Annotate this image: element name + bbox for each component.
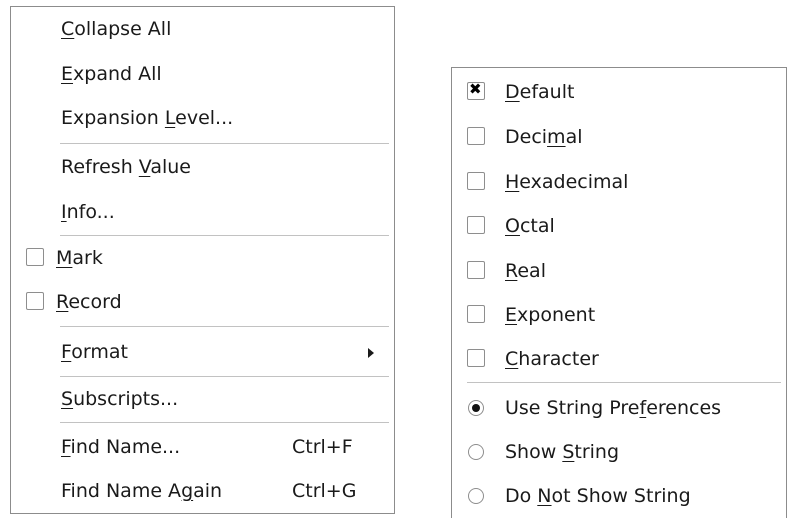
- mark-checkbox[interactable]: [26, 248, 44, 266]
- menu-item-label: Default: [505, 81, 575, 103]
- menu-item-label: Subscripts...: [61, 388, 179, 410]
- menu-item-decimal[interactable]: Decimal: [452, 120, 786, 154]
- menu-item-mark[interactable]: Mark: [11, 241, 394, 275]
- menu-item-label: Hexadecimal: [505, 171, 629, 193]
- format-submenu: Default Decimal Hexadecimal Octal Real E…: [451, 67, 787, 518]
- menu-item-hexadecimal[interactable]: Hexadecimal: [452, 165, 786, 199]
- menu-item-use-string-preferences[interactable]: Use String Preferences: [452, 391, 786, 425]
- menu-item-label: Collapse All: [61, 18, 172, 40]
- hexadecimal-checkbox[interactable]: [467, 172, 485, 190]
- menu-item-find-name[interactable]: Find Name... Ctrl+F: [11, 430, 394, 464]
- menu-item-label: Real: [505, 260, 546, 282]
- menu-item-label: Use String Preferences: [505, 397, 722, 419]
- menu-item-label: Expansion Level...: [61, 107, 234, 129]
- menu-item-label: Find Name...: [61, 436, 181, 458]
- menu-item-info[interactable]: Info...: [11, 195, 394, 229]
- decimal-checkbox[interactable]: [467, 127, 485, 145]
- menu-item-do-not-show-string[interactable]: Do Not Show String: [452, 479, 786, 513]
- menu-item-octal[interactable]: Octal: [452, 209, 786, 243]
- show-string-radio[interactable]: [468, 444, 484, 460]
- menu-item-find-name-again[interactable]: Find Name Again Ctrl+G: [11, 474, 394, 508]
- menu-item-expand-all[interactable]: Expand All: [11, 57, 394, 91]
- menu-item-label: Character: [505, 348, 599, 370]
- menu-separator: [60, 143, 389, 144]
- menu-item-default[interactable]: Default: [452, 75, 786, 109]
- menu-item-show-string[interactable]: Show String: [452, 435, 786, 469]
- menu-separator: [467, 382, 781, 383]
- submenu-arrow-icon: [368, 348, 374, 358]
- character-checkbox[interactable]: [467, 349, 485, 367]
- menu-item-label: Record: [56, 291, 122, 313]
- menu-item-expansion-level[interactable]: Expansion Level...: [11, 101, 394, 135]
- menu-item-label: Mark: [56, 247, 103, 269]
- menu-item-label: Expand All: [61, 63, 162, 85]
- menu-item-label: Exponent: [505, 304, 596, 326]
- menu-item-label: Info...: [61, 201, 115, 223]
- do-not-show-string-radio[interactable]: [468, 488, 484, 504]
- menu-item-collapse-all[interactable]: Collapse All: [11, 12, 394, 46]
- default-checkbox[interactable]: [467, 80, 485, 100]
- octal-checkbox[interactable]: [467, 216, 485, 234]
- menu-item-character[interactable]: Character: [452, 342, 786, 376]
- menu-item-format[interactable]: Format: [11, 335, 394, 369]
- menu-separator: [60, 422, 389, 423]
- menu-item-label: Format: [61, 341, 128, 363]
- context-menu: Collapse All Expand All Expansion Level.…: [10, 6, 395, 514]
- menu-item-label: Refresh Value: [61, 156, 191, 178]
- shortcut-label: Ctrl+G: [292, 480, 357, 502]
- record-checkbox[interactable]: [26, 292, 44, 310]
- menu-item-label: Octal: [505, 215, 555, 237]
- menu-item-label: Find Name Again: [61, 480, 223, 502]
- menu-separator: [60, 326, 389, 327]
- menu-item-exponent[interactable]: Exponent: [452, 298, 786, 332]
- real-checkbox[interactable]: [467, 261, 485, 279]
- menu-item-label: Show String: [505, 441, 620, 463]
- menu-item-label: Decimal: [505, 126, 583, 148]
- menu-item-refresh-value[interactable]: Refresh Value: [11, 150, 394, 184]
- menu-separator: [60, 376, 389, 377]
- menu-item-label: Do Not Show String: [505, 485, 691, 507]
- menu-item-record[interactable]: Record: [11, 285, 394, 319]
- exponent-checkbox[interactable]: [467, 305, 485, 323]
- use-string-preferences-radio[interactable]: [468, 400, 484, 416]
- menu-item-real[interactable]: Real: [452, 254, 786, 288]
- menu-separator: [60, 235, 389, 236]
- shortcut-label: Ctrl+F: [292, 436, 353, 458]
- menu-item-subscripts[interactable]: Subscripts...: [11, 382, 394, 416]
